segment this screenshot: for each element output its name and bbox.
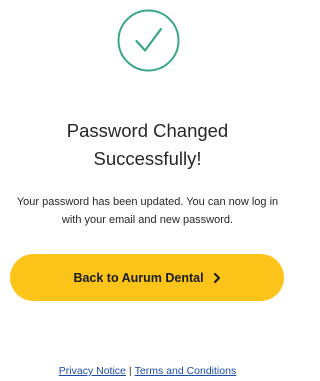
title-line-1: Password Changed xyxy=(66,120,229,141)
footer-separator: | xyxy=(128,365,132,377)
terms-and-conditions-link[interactable]: Terms and Conditions xyxy=(135,365,237,377)
confirmation-message: Your password has been updated. You can … xyxy=(16,196,279,226)
title-line-2: Successfully! xyxy=(93,148,202,169)
page-title: Password Changed Successfully! xyxy=(0,117,295,173)
back-button-label: Back to Aurum Dental xyxy=(73,270,204,285)
back-to-site-button[interactable]: Back to Aurum Dental xyxy=(10,254,284,301)
footer-links: Privacy Notice | Terms and Conditions xyxy=(0,364,295,378)
check-circle-icon xyxy=(117,9,180,72)
privacy-notice-link[interactable]: Privacy Notice xyxy=(59,365,126,377)
chevron-right-icon xyxy=(213,272,220,283)
